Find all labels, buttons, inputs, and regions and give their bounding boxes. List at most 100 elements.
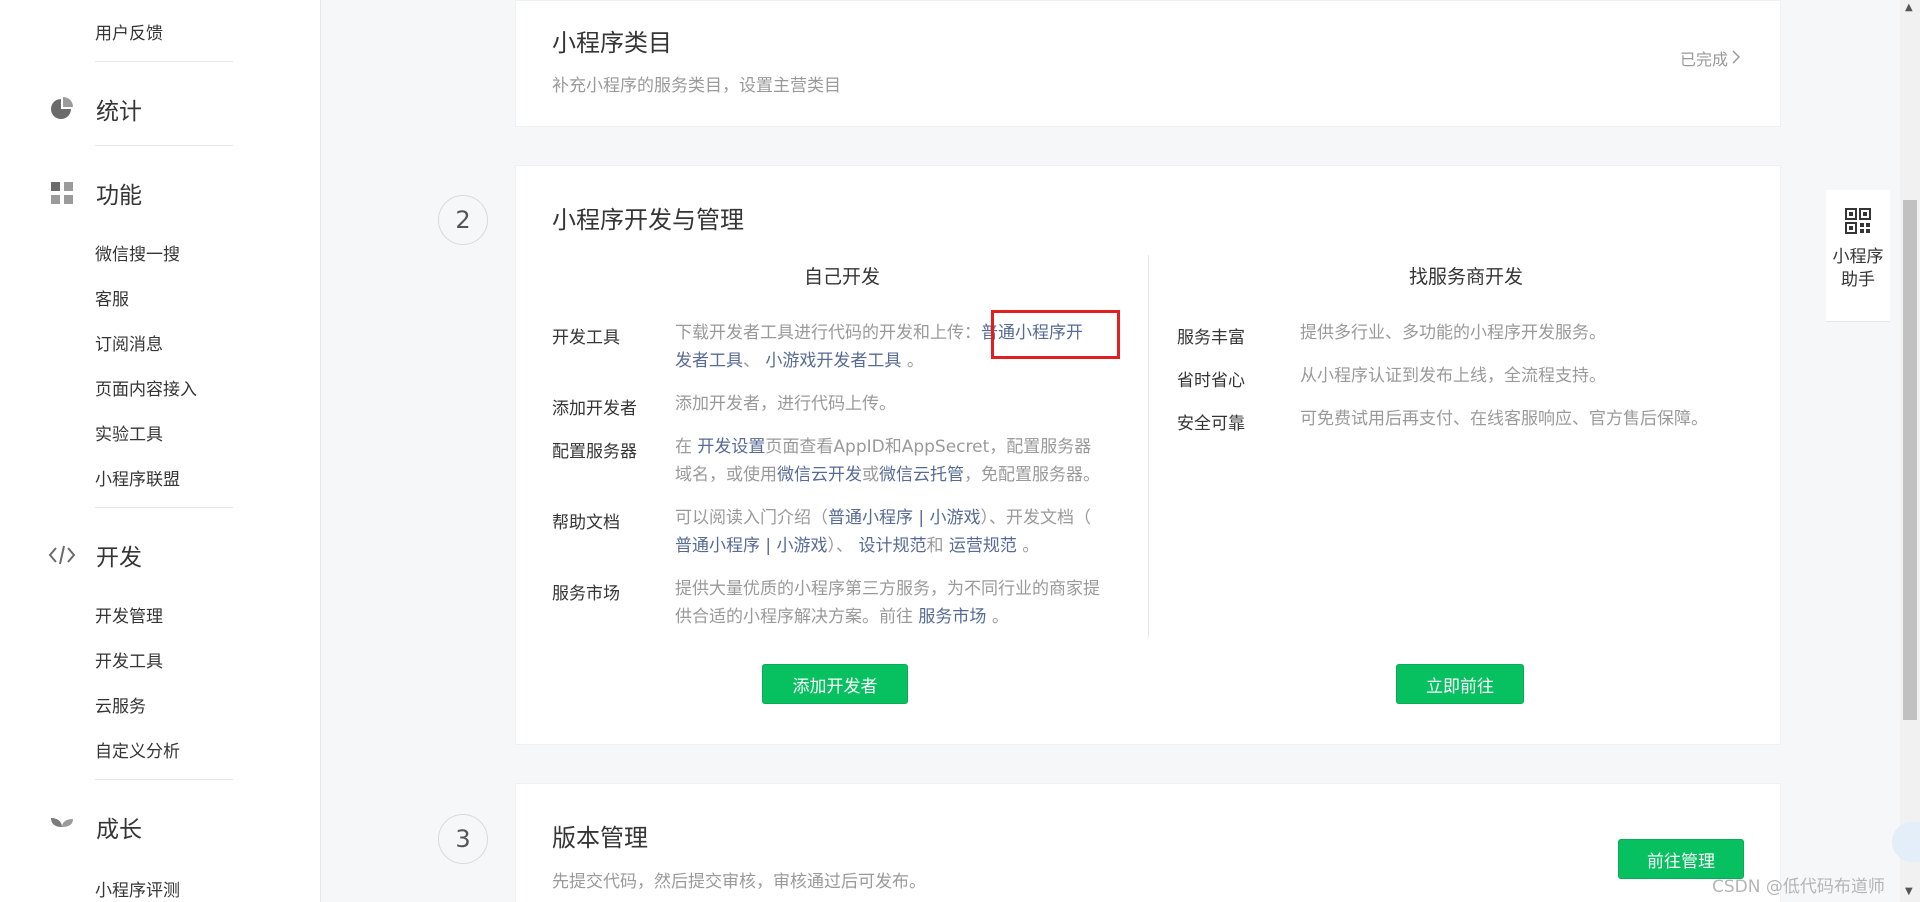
sidebar-item-develop[interactable]: 开发 [48,538,142,572]
sidebar-item-label: 成长 [96,817,142,843]
sidebar-item-label: 功能 [96,183,142,209]
helper-line1: 小程序 [1832,247,1884,267]
version-desc: 先提交代码，然后提交审核，审核通过后可发布。 [552,872,926,892]
vendor-dev-title: 找服务商开发 [1408,266,1523,288]
version-title: 版本管理 [552,824,648,852]
sidebar-item-custom-analysis[interactable]: 自定义分析 [95,737,180,762]
sidebar-divider [95,507,233,508]
step-number: 2 [438,195,488,245]
row-text-add-dev: 添加开发者，进行代码上传。 [675,394,896,414]
row-label-market: 服务市场 [552,584,620,604]
self-dev-title: 自己开发 [803,266,880,288]
watermark: CSDN @低代码布道师 [1712,877,1885,897]
sidebar-item-customer-service[interactable]: 客服 [95,285,129,310]
vendor-label-2: 安全可靠 [1177,414,1245,434]
text: ）、 [827,536,854,556]
text: 或 [862,465,879,485]
chevron-right-icon [1732,49,1741,68]
sidebar-item-evaluation[interactable]: 小程序评测 [95,876,180,901]
version-card: 版本管理 先提交代码，然后提交审核，审核通过后可发布。 前往管理 [515,783,1781,902]
category-desc: 补充小程序的服务类目，设置主营类目 [552,76,841,96]
text: 。 [991,607,1009,627]
column-divider [1148,255,1149,637]
sidebar: 用户反馈 统计 功能 微信搜一搜 客服 订阅消息 页面内容接入 实验工具 小程序… [0,0,321,902]
scroll-up-icon[interactable]: ▲ [1905,2,1913,13]
text: 。 [1022,536,1040,556]
sidebar-divider [95,145,233,146]
category-status-link[interactable]: 已完成 [1679,46,1741,70]
helper-label: 小程序 助手 [1833,246,1884,292]
text: 和 [926,536,944,556]
sidebar-item-functions[interactable]: 功能 [48,176,142,210]
highlight-box [991,310,1120,359]
sidebar-item-page-content[interactable]: 页面内容接入 [95,375,197,400]
text: 、 [743,351,760,371]
vendor-label-0: 服务丰富 [1177,328,1245,348]
sidebar-item-label: 开发 [96,545,142,571]
link-cloud-hosting[interactable]: 微信云托管 [879,465,964,485]
scroll-thumb[interactable] [1903,200,1917,720]
link-game-dev-tool[interactable]: 小游戏开发者工具 [765,351,901,371]
miniprogram-helper[interactable]: 小程序 助手 [1826,190,1890,322]
category-card: 小程序类目 补充小程序的服务类目，设置主营类目 已完成 [515,0,1781,127]
vendor-label-1: 省时省心 [1177,371,1245,391]
sidebar-item-feedback[interactable]: 用户反馈 [95,19,163,44]
link-dev-settings[interactable]: 开发设置 [697,437,765,457]
sprout-icon [48,813,76,841]
sidebar-item-label: 统计 [96,99,142,125]
link-normal-dev-tool-cont[interactable]: 发者工具 [675,351,743,371]
scroll-down-icon[interactable]: ▼ [1905,886,1913,897]
floating-bubble[interactable] [1892,822,1920,862]
sidebar-item-alliance[interactable]: 小程序联盟 [95,465,180,490]
text: ）、开发文档（ [980,508,1092,528]
category-title: 小程序类目 [552,29,672,57]
grid-icon [48,179,76,207]
text: ，免配置服务器。 [964,465,1100,485]
text: 域名，或使用 [675,465,777,485]
row-text-docs: 可以阅读入门介绍（普通小程序 | 小游戏）、开发文档（ 普通小程序 | 小游戏）… [675,504,1135,560]
link-dev-docs[interactable]: 普通小程序 | 小游戏 [675,536,828,556]
dev-card: 小程序开发与管理 自己开发 找服务商开发 开发工具 下载开发者工具进行代码的开发… [515,165,1781,745]
sidebar-divider [95,61,233,62]
sidebar-item-growth[interactable]: 成长 [48,810,142,844]
go-now-button[interactable]: 立即前往 [1396,664,1524,704]
sidebar-item-dev-tools[interactable]: 开发工具 [95,647,163,672]
link-ops-spec[interactable]: 运营规范 [949,536,1017,556]
row-label-server: 配置服务器 [552,442,637,462]
sidebar-item-dev-management[interactable]: 开发管理 [95,602,163,627]
link-design-spec[interactable]: 设计规范 [858,536,926,556]
code-icon [48,541,76,569]
add-developer-button[interactable]: 添加开发者 [762,664,908,704]
row-label-docs: 帮助文档 [552,513,620,533]
text: 下载开发者工具进行代码的开发和上传： [675,323,981,343]
sidebar-item-statistics[interactable]: 统计 [48,92,142,126]
vendor-text-2: 可免费试用后再支付、在线客服响应、官方售后保障。 [1300,409,1708,429]
qr-code-icon [1845,208,1871,238]
row-text-server: 在 开发设置页面查看AppID和AppSecret，配置服务器 域名，或使用微信… [675,433,1135,489]
helper-line2: 助手 [1841,270,1875,290]
link-cloud-dev[interactable]: 微信云开发 [777,465,862,485]
row-text-market: 提供大量优质的小程序第三方服务，为不同行业的商家提 供合适的小程序解决方案。前往… [675,575,1145,631]
link-service-market[interactable]: 服务市场 [918,607,986,627]
status-text: 已完成 [1679,50,1728,69]
vendor-text-1: 从小程序认证到发布上线，全流程支持。 [1300,366,1606,386]
page-scrollbar[interactable]: ▲ ▼ [1900,0,1920,902]
row-label-tools: 开发工具 [552,328,620,348]
text: 页面查看AppID和AppSecret，配置服务器 [765,437,1092,457]
link-intro[interactable]: 普通小程序 | 小游戏 [828,508,981,528]
text: 可以阅读入门介绍（ [675,508,828,528]
row-label-add-dev: 添加开发者 [552,399,637,419]
text: 提供大量优质的小程序第三方服务，为不同行业的商家提 [675,579,1100,599]
pie-chart-icon [48,95,76,123]
dev-title: 小程序开发与管理 [552,206,744,234]
sidebar-item-experiment[interactable]: 实验工具 [95,420,163,445]
text: 供合适的小程序解决方案。前往 [675,607,913,627]
sidebar-item-wechat-search[interactable]: 微信搜一搜 [95,240,180,265]
step-number: 3 [438,814,488,864]
sidebar-divider [95,779,233,780]
sidebar-item-cloud[interactable]: 云服务 [95,692,146,717]
text: 在 [675,437,692,457]
text: 。 [906,351,924,371]
sidebar-item-subscription[interactable]: 订阅消息 [95,330,163,355]
vendor-text-0: 提供多行业、多功能的小程序开发服务。 [1300,323,1606,343]
